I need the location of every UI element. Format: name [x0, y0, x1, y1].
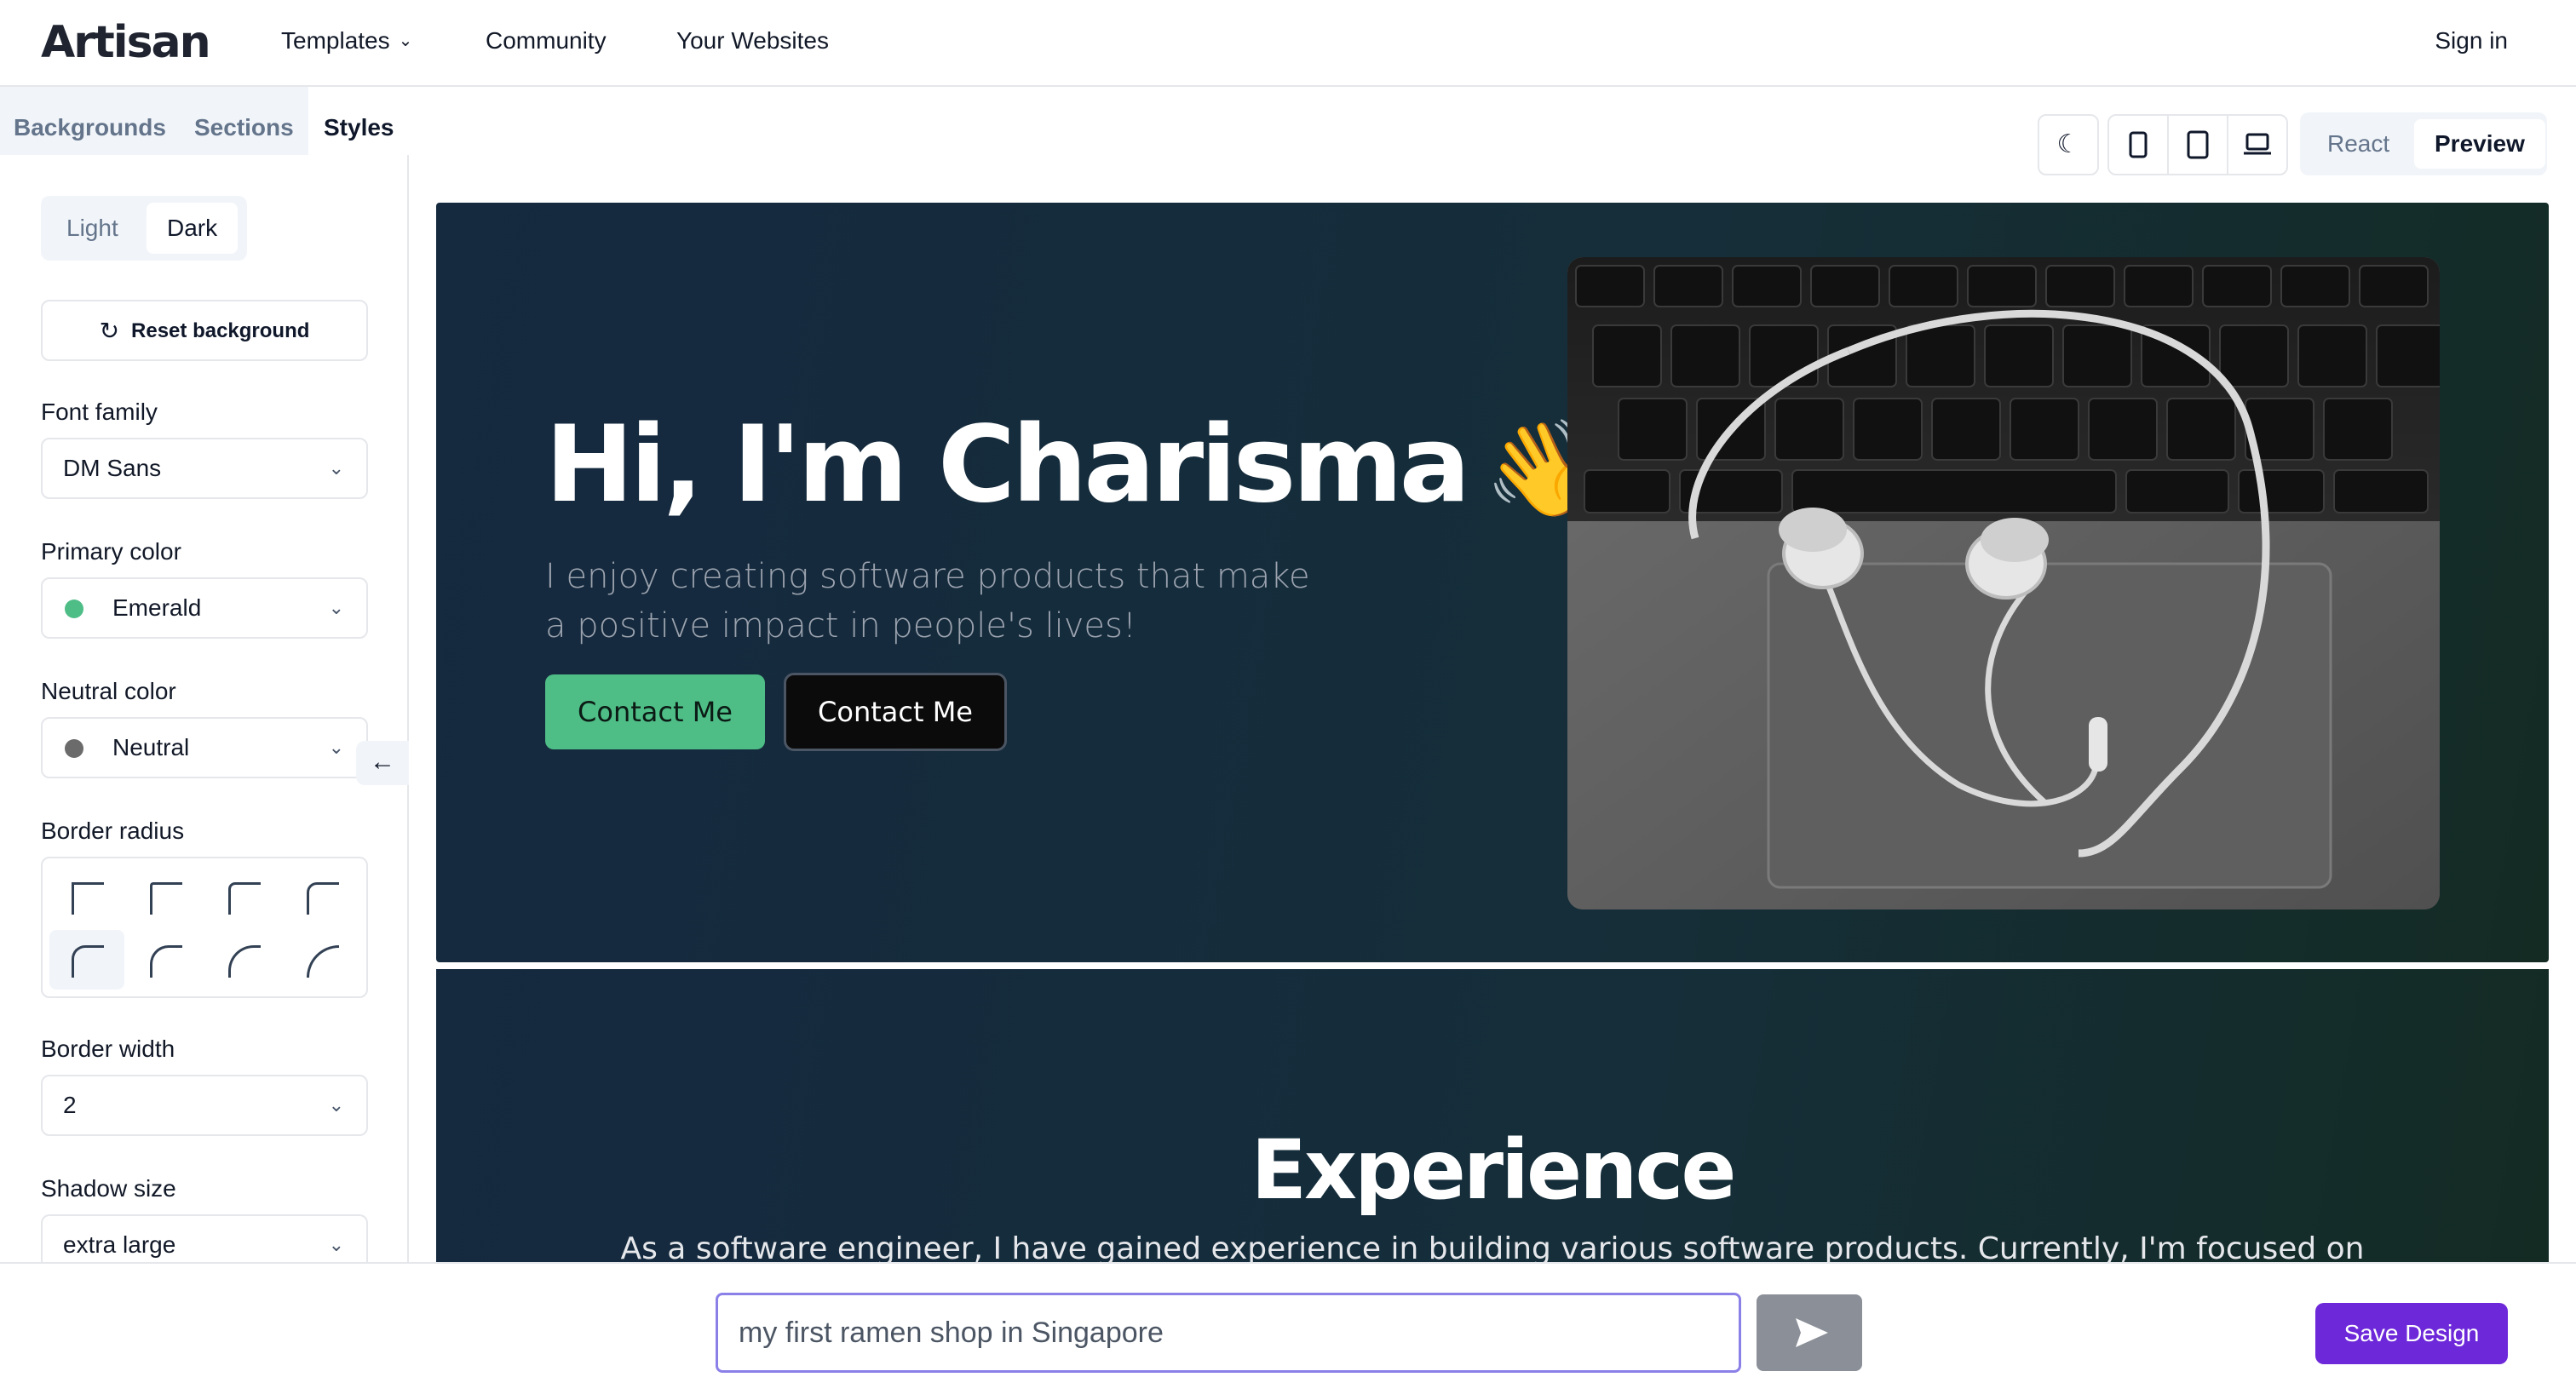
primary-color-label: Primary color: [41, 538, 181, 565]
mobile-view-button[interactable]: [2107, 114, 2169, 175]
experience-title: Experience: [1251, 1122, 1736, 1218]
contact-me-primary-button[interactable]: Contact Me: [545, 674, 765, 749]
radius-option-md[interactable]: [285, 867, 359, 927]
hero-section: Hi, I'm Charisma 👋 I enjoy creating softw…: [436, 203, 2549, 962]
radius-corner-icon: [307, 882, 339, 915]
style-sidebar: Backgrounds Sections Styles Light Dark ↻…: [0, 87, 410, 1262]
chevron-down-icon: ⌄: [328, 597, 344, 618]
neutral-color-select[interactable]: Neutral ⌄: [41, 717, 368, 778]
earphones-photo-illustration: [1567, 257, 2440, 909]
view-mode-toggle: React Preview: [2300, 112, 2547, 175]
nav-your-websites[interactable]: Your Websites: [676, 26, 829, 56]
dark-mode-button[interactable]: ☾: [2038, 114, 2099, 175]
reset-background-label: Reset background: [131, 319, 310, 342]
neutral-color-swatch: [65, 739, 83, 758]
font-family-select[interactable]: DM Sans ⌄: [41, 438, 368, 499]
nav-templates-label: Templates: [281, 27, 390, 54]
shadow-size-label: Shadow size: [41, 1175, 176, 1202]
top-navbar: Artisan Templates ⌄ Community Your Websit…: [0, 0, 2576, 87]
border-width-select[interactable]: 2 ⌄: [41, 1075, 368, 1136]
theme-dark-option[interactable]: Dark: [147, 203, 239, 254]
primary-color-value: Emerald: [112, 594, 202, 621]
artisan-logo[interactable]: Artisan: [41, 15, 211, 70]
save-design-button[interactable]: Save Design: [2315, 1303, 2508, 1364]
radius-corner-icon: [150, 945, 182, 978]
hero-title-text: Hi, I'm Charisma: [545, 404, 1470, 526]
send-prompt-button[interactable]: [1757, 1294, 1862, 1371]
border-radius-picker: [41, 857, 368, 998]
send-icon: [1796, 1318, 1828, 1347]
chevron-down-icon: ⌄: [328, 737, 344, 758]
reset-icon: ↻: [99, 318, 120, 344]
font-family-label: Font family: [41, 399, 158, 425]
radius-corner-icon: [307, 945, 339, 978]
nav-community[interactable]: Community: [486, 26, 607, 56]
chevron-down-icon: ⌄: [328, 457, 344, 479]
experience-text: As a software engineer, I have gained ex…: [620, 1231, 2365, 1262]
laptop-view-button[interactable]: [2227, 114, 2288, 175]
sidebar-tabs: Backgrounds Sections Styles: [0, 87, 410, 155]
prompt-bar: Save Design: [0, 1262, 2576, 1400]
radius-option-full[interactable]: [285, 930, 359, 990]
mobile-icon: [2129, 131, 2148, 158]
theme-light-option[interactable]: Light: [46, 203, 139, 254]
tab-backgrounds[interactable]: Backgrounds: [14, 87, 166, 155]
sign-in-link[interactable]: Sign in: [2435, 26, 2508, 56]
radius-option-2xl[interactable]: [206, 930, 281, 990]
radius-corner-icon: [72, 882, 104, 915]
moon-icon: ☾: [2056, 130, 2080, 158]
chevron-down-icon: ⌄: [328, 1094, 344, 1116]
radius-option-xs[interactable]: [128, 867, 203, 927]
chevron-down-icon: ⌄: [398, 32, 413, 50]
radius-option-sm[interactable]: [206, 867, 281, 927]
laptop-icon: [2244, 133, 2271, 155]
primary-color-swatch: [65, 600, 83, 618]
experience-section: Experience As a software engineer, I hav…: [436, 969, 2549, 1262]
shadow-size-value: extra large: [63, 1231, 176, 1258]
hero-photo-earphones-on-laptop: [1567, 257, 2440, 909]
shadow-size-select[interactable]: extra large ⌄: [41, 1214, 368, 1262]
radius-option-xl[interactable]: [128, 930, 203, 990]
border-width-label: Border width: [41, 1036, 175, 1062]
radius-option-none[interactable]: [49, 867, 124, 927]
hero-title: Hi, I'm Charisma 👋: [545, 404, 1601, 528]
reset-background-button[interactable]: ↻ Reset background: [41, 300, 368, 361]
tab-styles[interactable]: Styles: [308, 87, 410, 155]
border-radius-label: Border radius: [41, 818, 185, 844]
prompt-input[interactable]: [716, 1293, 1741, 1373]
primary-color-select[interactable]: Emerald ⌄: [41, 577, 368, 639]
tab-sections[interactable]: Sections: [194, 87, 294, 155]
radius-corner-icon: [150, 882, 182, 915]
border-width-value: 2: [63, 1092, 77, 1118]
radius-corner-icon: [228, 882, 261, 915]
radius-corner-icon: [72, 945, 104, 978]
contact-me-secondary-button[interactable]: Contact Me: [784, 673, 1007, 751]
font-family-value: DM Sans: [63, 455, 162, 481]
nav-templates[interactable]: Templates ⌄: [281, 26, 412, 56]
neutral-color-label: Neutral color: [41, 678, 176, 704]
react-mode-option[interactable]: React: [2307, 119, 2410, 169]
radius-option-lg[interactable]: [49, 930, 124, 990]
neutral-color-value: Neutral: [112, 734, 190, 760]
tablet-icon: [2187, 130, 2209, 159]
theme-toggle: Light Dark: [41, 196, 247, 261]
preview-mode-option[interactable]: Preview: [2414, 119, 2545, 169]
radius-corner-icon: [228, 945, 261, 978]
hero-subtitle: I enjoy creating software products that …: [545, 557, 1310, 645]
tablet-view-button[interactable]: [2167, 114, 2228, 175]
collapse-sidebar-arrow-icon[interactable]: ←: [356, 741, 409, 785]
